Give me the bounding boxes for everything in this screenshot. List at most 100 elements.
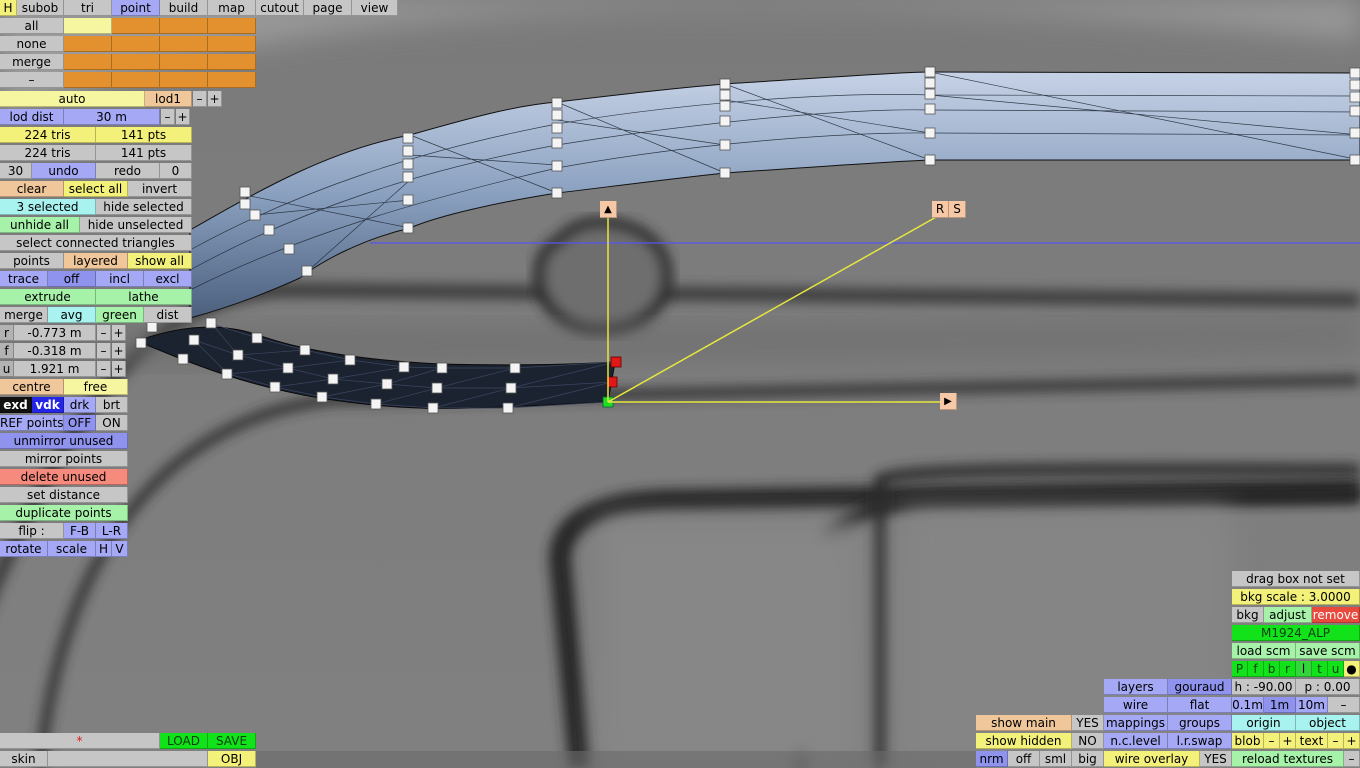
tab-build[interactable]: build	[160, 0, 208, 16]
save-scm-button[interactable]: save scm	[1296, 643, 1360, 659]
merge-dist-button[interactable]: dist	[144, 307, 192, 323]
lod-plus-button[interactable]: +	[208, 91, 222, 107]
mesh-point[interactable]	[505, 382, 517, 394]
clear-selection-button[interactable]: clear	[0, 181, 64, 197]
flag-t-toggle[interactable]: t	[1312, 661, 1328, 677]
dot-icon[interactable]: ●	[1344, 661, 1360, 677]
selector-swatch[interactable]	[112, 36, 160, 52]
mirror-points-button[interactable]: mirror points	[0, 451, 128, 467]
flag-p-toggle[interactable]: P	[1232, 661, 1248, 677]
mesh-point[interactable]	[924, 154, 936, 166]
trace-button[interactable]: trace	[0, 271, 48, 287]
set-distance-button[interactable]: set distance	[0, 487, 128, 503]
mesh-point[interactable]	[177, 353, 189, 365]
obj-button[interactable]: OBJ	[208, 751, 256, 767]
coord-u-minus-button[interactable]: –	[97, 361, 111, 377]
mesh-point[interactable]	[239, 186, 251, 198]
show-hidden-toggle[interactable]: NO	[1072, 733, 1104, 749]
blob-plus-button[interactable]: +	[1280, 733, 1296, 749]
flag-b-toggle[interactable]: b	[1264, 661, 1280, 677]
bkg-scale-value[interactable]: bkg scale : 3.0000	[1232, 589, 1360, 605]
load-button[interactable]: LOAD	[160, 733, 208, 749]
flip-lr-button[interactable]: L-R	[96, 523, 128, 539]
wire-overlay-toggle[interactable]: YES	[1200, 751, 1232, 767]
mesh-point[interactable]	[251, 332, 263, 344]
flag-l-toggle[interactable]: l	[1296, 661, 1312, 677]
mesh-point[interactable]	[719, 78, 731, 90]
normals-button[interactable]: nrm	[976, 751, 1008, 767]
mesh-point[interactable]	[205, 317, 217, 329]
selector-swatch[interactable]	[160, 72, 208, 88]
mesh-point[interactable]	[301, 265, 313, 277]
trace-excl-button[interactable]: excl	[144, 271, 192, 287]
mesh-point[interactable]	[221, 368, 233, 380]
selector-swatch[interactable]	[208, 72, 256, 88]
merge-green-button[interactable]: green	[96, 307, 144, 323]
mesh-point[interactable]	[924, 66, 936, 78]
mesh-point[interactable]	[1349, 127, 1360, 139]
mesh-point[interactable]	[1349, 79, 1360, 91]
text-button[interactable]: text	[1296, 733, 1328, 749]
coord-f-plus-button[interactable]: +	[112, 343, 126, 359]
drk-toggle[interactable]: drk	[64, 397, 96, 413]
rotate-button[interactable]: rotate	[0, 541, 48, 557]
select-all-points-button[interactable]: all	[0, 18, 64, 34]
groups-button[interactable]: groups	[1168, 715, 1232, 731]
mesh-point[interactable]	[344, 354, 356, 366]
tab-cutout[interactable]: cutout	[256, 0, 304, 16]
lod-auto-button[interactable]: auto	[0, 91, 145, 107]
selector-swatch[interactable]	[208, 54, 256, 70]
mappings-button[interactable]: mappings	[1104, 715, 1168, 731]
selector-swatch[interactable]	[208, 18, 256, 34]
mesh-point[interactable]	[1349, 154, 1360, 166]
tab-h[interactable]: H	[0, 0, 17, 16]
mesh-point[interactable]	[263, 224, 275, 236]
mesh-point[interactable]	[1349, 67, 1360, 79]
mesh-point[interactable]	[551, 187, 563, 199]
tab-subob[interactable]: subob	[17, 0, 64, 16]
selector-swatch[interactable]	[64, 36, 112, 52]
selector-swatch[interactable]	[160, 18, 208, 34]
selector-swatch[interactable]	[160, 54, 208, 70]
mesh-point[interactable]	[551, 122, 563, 134]
mesh-point[interactable]	[402, 145, 414, 157]
mesh-point[interactable]	[719, 115, 731, 127]
merge-avg-button[interactable]: avg	[48, 307, 96, 323]
coord-value-f[interactable]: -0.318 m	[14, 343, 96, 359]
mesh-point[interactable]	[551, 97, 563, 109]
mesh-point[interactable]	[135, 337, 147, 349]
skin-name-field[interactable]	[48, 751, 208, 767]
mesh-point[interactable]	[283, 243, 295, 255]
mesh-point[interactable]	[381, 378, 393, 390]
step-10m-button[interactable]: 10m	[1296, 697, 1328, 713]
merge-button[interactable]: merge	[0, 307, 48, 323]
coord-value-r[interactable]: -0.773 m	[14, 325, 96, 341]
mesh-point[interactable]	[427, 402, 439, 414]
reload-textures-button[interactable]: reload textures	[1232, 751, 1344, 767]
duplicate-points-button[interactable]: duplicate points	[0, 505, 128, 521]
rotate-h-button[interactable]: H	[96, 541, 112, 557]
heading-value[interactable]: h : -90.00	[1232, 679, 1296, 695]
tab-tri[interactable]: tri	[64, 0, 112, 16]
gizmo-rotate-handle[interactable]: R	[932, 201, 949, 218]
mesh-point[interactable]	[188, 334, 200, 346]
selector-swatch[interactable]	[64, 72, 112, 88]
blob-button[interactable]: blob	[1232, 733, 1264, 749]
layered-button[interactable]: layered	[64, 253, 128, 269]
normals-big-button[interactable]: big	[1072, 751, 1104, 767]
mesh-point[interactable]	[398, 361, 410, 373]
mesh-point[interactable]	[924, 77, 936, 89]
bkg-remove-button[interactable]: remove	[1312, 607, 1360, 623]
gizmo-right-handle[interactable]: ▶	[940, 393, 957, 410]
selector-swatch[interactable]	[160, 36, 208, 52]
pitch-value[interactable]: p : 0.00	[1296, 679, 1360, 695]
lod-minus-button[interactable]: –	[193, 91, 207, 107]
wire-button[interactable]: wire	[1104, 697, 1168, 713]
selector-swatch[interactable]	[112, 72, 160, 88]
mesh-point[interactable]	[370, 398, 382, 410]
gizmo-up-handle[interactable]: ▲	[600, 201, 617, 218]
flag-u-toggle[interactable]: u	[1328, 661, 1344, 677]
coord-value-u[interactable]: 1.921 m	[14, 361, 96, 377]
mesh-point[interactable]	[402, 158, 414, 170]
selector-swatch[interactable]	[64, 54, 112, 70]
